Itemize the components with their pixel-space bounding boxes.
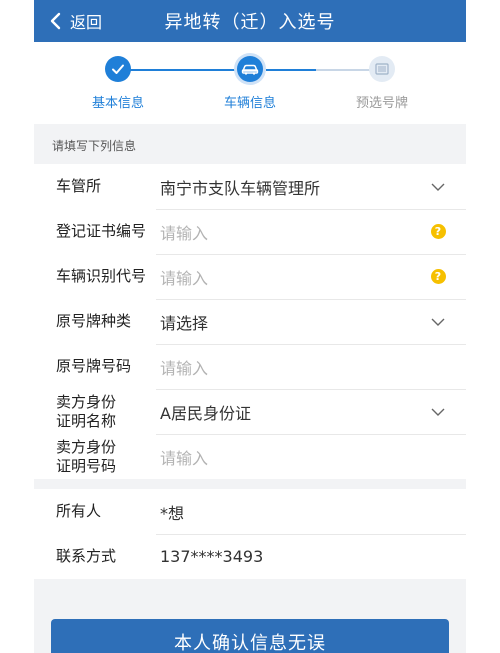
plate-number-field[interactable]: 原号牌号码 请输入 (34, 344, 466, 389)
seller-id-number-field[interactable]: 卖方身份 证明号码 请输入 (34, 434, 466, 479)
app-screen: 返回 异地转（迁）入选号 基本信息 车辆信息 预选号牌 请填写下列信息 车管所 … (34, 0, 466, 653)
check-icon (105, 56, 131, 82)
field-label-line: 卖方身份 (56, 437, 117, 456)
section-divider (34, 479, 466, 489)
field-label-line: 证明号码 (56, 456, 117, 475)
page-title: 异地转（迁）入选号 (164, 12, 336, 33)
field-label-line: 证明名称 (56, 411, 117, 430)
step-plate-select: 预选号牌 (332, 56, 432, 111)
contact-label: 联系方式 (56, 547, 117, 565)
vin-field[interactable]: 车辆识别代号 请输入 ? (34, 254, 466, 299)
vehicle-office-select[interactable]: 车管所 南宁市支队车辆管理所 (34, 164, 466, 209)
field-label-line: 卖方身份 (56, 392, 117, 411)
form-hint: 请填写下列信息 (34, 124, 466, 164)
chevron-down-icon (431, 408, 445, 416)
field-placeholder: 请输入 (160, 223, 209, 243)
field-label: 原号牌种类 (56, 312, 132, 330)
nav-header: 返回 异地转（迁）入选号 (34, 0, 466, 42)
field-placeholder: 请输入 (160, 448, 209, 468)
field-label: 卖方身份 证明名称 (56, 393, 160, 431)
owner-label: 所有人 (56, 502, 102, 520)
chevron-down-icon (431, 183, 445, 191)
contact-value: 137****3493 (160, 547, 264, 566)
chevron-down-icon (431, 318, 445, 326)
step-basic-info: 基本信息 (68, 56, 168, 111)
vehicle-form: 车管所 南宁市支队车辆管理所 登记证书编号 请输入 ? 车辆识别代号 请输入 ?… (34, 164, 466, 479)
owner-value: *想 (160, 503, 185, 523)
field-label: 登记证书编号 (56, 222, 147, 240)
step-label: 基本信息 (91, 96, 144, 111)
owner-section: 所有人 *想 联系方式 137****3493 (34, 489, 466, 579)
owner-row: 所有人 *想 (34, 489, 466, 534)
field-label: 车管所 (56, 177, 102, 195)
step-vehicle-info: 车辆信息 (200, 56, 300, 111)
plate-type-select[interactable]: 原号牌种类 请选择 (34, 299, 466, 344)
field-placeholder: 请输入 (160, 268, 209, 288)
step-indicator: 基本信息 车辆信息 预选号牌 (34, 42, 466, 124)
step-label: 车辆信息 (223, 96, 276, 111)
seller-id-type-select[interactable]: 卖方身份 证明名称 A居民身份证 (34, 389, 466, 434)
plate-icon (369, 56, 395, 82)
car-icon (237, 56, 263, 82)
field-placeholder: 请输入 (160, 358, 209, 378)
field-value: A居民身份证 (160, 403, 251, 423)
contact-row: 联系方式 137****3493 (34, 534, 466, 579)
help-icon[interactable]: ? (430, 269, 446, 284)
step-label: 预选号牌 (355, 96, 408, 111)
field-value: 请选择 (160, 313, 209, 333)
field-label: 卖方身份 证明号码 (56, 438, 160, 476)
field-label: 车辆识别代号 (56, 267, 147, 285)
field-value: 南宁市支队车辆管理所 (160, 178, 321, 198)
certificate-number-field[interactable]: 登记证书编号 请输入 ? (34, 209, 466, 254)
help-icon[interactable]: ? (430, 224, 446, 239)
confirm-button[interactable]: 本人确认信息无误 (51, 619, 449, 653)
field-label: 原号牌号码 (56, 357, 132, 375)
